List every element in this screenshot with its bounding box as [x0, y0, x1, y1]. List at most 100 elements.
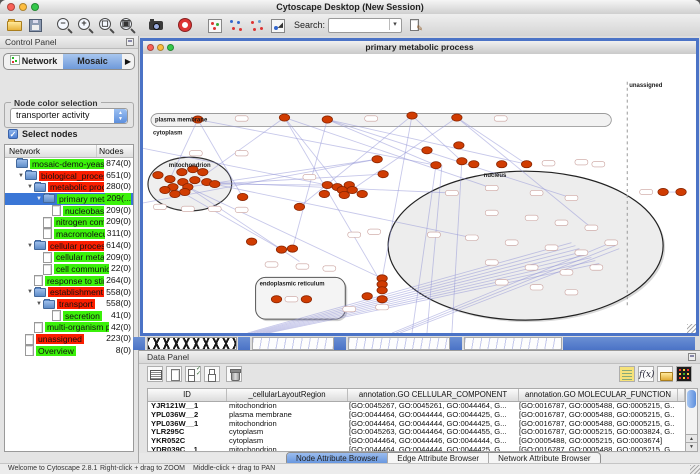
delete-attribute-icon[interactable] — [226, 366, 242, 382]
search-input[interactable]: ▾ — [328, 18, 402, 33]
network-merge-red-icon[interactable] — [248, 17, 265, 34]
graph-node[interactable] — [422, 147, 432, 154]
graph-node[interactable] — [377, 296, 387, 303]
tree-item-secretion[interactable]: secretion41(0) — [5, 310, 133, 322]
table-row[interactable]: YJR121W__1mitochondrion[GO:0045267, GO:0… — [148, 402, 685, 411]
table-cell[interactable]: [GO:0016787, GO:0005488, GO:0005215, G..… — [516, 420, 674, 429]
network-merge-blue-icon[interactable] — [227, 17, 244, 34]
tree-item-metabolic-process[interactable]: ▼metabolic process280(0) — [5, 181, 133, 193]
graph-node[interactable] — [454, 142, 464, 149]
scroll-down-icon[interactable]: ▼ — [686, 442, 697, 451]
table-cell[interactable]: [GO:0016787, GO:0005215, GO:0003824, G..… — [516, 428, 674, 437]
background-window-content[interactable] — [348, 337, 450, 350]
table-cell[interactable]: [GO:0045267, GO:0045261, GO:0044464, G..… — [346, 402, 516, 411]
background-window-content[interactable] — [252, 337, 334, 350]
table-cell[interactable] — [674, 402, 685, 411]
graph-node[interactable] — [377, 287, 387, 294]
graph-node[interactable] — [372, 156, 382, 163]
expand-arrow-icon[interactable]: ▼ — [17, 173, 25, 179]
graph-node[interactable] — [276, 246, 286, 253]
graph-node[interactable] — [301, 296, 311, 303]
graph-node[interactable] — [153, 172, 163, 179]
function-builder-icon[interactable]: f(x) — [638, 366, 654, 382]
table-row[interactable]: YLR295Ccytoplasm[GO:0045263, GO:0044464,… — [148, 428, 685, 437]
node-color-dropdown[interactable]: transporter activity ▲▼ — [10, 108, 128, 124]
graph-node[interactable] — [452, 114, 462, 121]
background-window-edge[interactable] — [238, 337, 250, 350]
table-row[interactable]: YKR052Ccytoplasm[GO:0044464, GO:0044446,… — [148, 437, 685, 446]
tree-item-mosaic-demo-yeast[interactable]: mosaic-demo-yeast874(0) — [5, 158, 133, 170]
help-lifesaver-icon[interactable] — [177, 17, 194, 34]
table-cell[interactable]: [GO:0044464, GO:0044446, GO:0044444, G..… — [346, 437, 516, 446]
unselect-attributes-icon[interactable] — [204, 366, 220, 382]
graph-node[interactable] — [246, 238, 256, 245]
search-dropdown-icon[interactable]: ▾ — [389, 19, 400, 30]
table-row[interactable]: YPL036W__2plasma membrane[GO:0044464, GO… — [148, 411, 685, 420]
table-cell[interactable]: mitochondrion — [226, 402, 346, 411]
tree-item-transport[interactable]: ▼transport558(0) — [5, 298, 133, 310]
close-icon[interactable] — [7, 3, 15, 11]
graph-node[interactable] — [210, 180, 220, 187]
expand-arrow-icon[interactable]: ▼ — [26, 243, 34, 249]
close-icon[interactable] — [147, 44, 154, 51]
col-cellular-component[interactable]: annotation.GO CELLULAR_COMPONENT — [348, 389, 519, 401]
background-window-edge[interactable] — [450, 337, 462, 350]
zoom-selected-icon[interactable]: ◻ — [98, 17, 115, 34]
open-folder-icon[interactable] — [6, 17, 23, 34]
graph-node[interactable] — [177, 169, 187, 176]
tree-item-macromolecule[interactable]: macromolecule311(0) — [5, 228, 133, 240]
graph-node[interactable] — [198, 169, 208, 176]
table-cell[interactable]: [GO:0005488, GO:0005215, GO:0003674] — [516, 437, 674, 446]
graph-node[interactable] — [521, 161, 531, 168]
graph-node[interactable] — [362, 293, 372, 300]
graph-node[interactable] — [319, 190, 329, 197]
graph-node[interactable] — [407, 112, 417, 119]
network-view-titlebar[interactable]: primary metabolic process — [143, 41, 696, 55]
graph-node[interactable] — [431, 162, 441, 169]
expand-arrow-icon[interactable]: ▼ — [26, 184, 34, 190]
camera-snapshot-icon[interactable] — [148, 17, 165, 34]
tree-item-cellular-process[interactable]: ▼cellular process614(0) — [5, 240, 133, 252]
tab-network[interactable]: Network — [4, 54, 63, 69]
float-panel-icon[interactable] — [688, 353, 696, 361]
graph-node[interactable] — [676, 188, 686, 195]
select-nodes-checkbox[interactable]: ✓ — [8, 129, 18, 139]
import-attributes-icon[interactable] — [657, 366, 673, 382]
compartment-nucleus[interactable] — [388, 171, 663, 320]
table-cell[interactable] — [674, 437, 685, 446]
col-region[interactable]: _cellularLayoutRegion — [227, 389, 348, 401]
window-resize-grip[interactable] — [687, 324, 696, 333]
dropdown-stepper-icon[interactable]: ▲▼ — [114, 109, 127, 123]
table-cell[interactable]: [GO:0016787, GO:0005488, GO:0005215, G..… — [516, 402, 674, 411]
table-cell[interactable] — [674, 446, 685, 452]
save-icon[interactable] — [27, 17, 44, 34]
table-cell[interactable] — [674, 428, 685, 437]
graph-node[interactable] — [497, 161, 507, 168]
graph-node[interactable] — [378, 171, 388, 178]
table-cell[interactable]: [GO:0044464, GO:0044444, GO:0044425, G..… — [346, 420, 516, 429]
zoom-fit-icon[interactable]: ▣ — [119, 17, 136, 34]
graph-node[interactable] — [357, 190, 367, 197]
graph-node[interactable] — [279, 114, 289, 121]
graph-node[interactable] — [180, 188, 190, 195]
zoom-out-icon[interactable]: − — [56, 17, 73, 34]
graph-node[interactable] — [322, 181, 332, 188]
graph-node[interactable] — [237, 193, 247, 200]
graph-node[interactable] — [271, 296, 281, 303]
tree-item-biological-process[interactable]: ▼biological_process651(0) — [5, 170, 133, 182]
table-cell[interactable]: [GO:0044464, GO:0044444, GO:0044425, G..… — [346, 411, 516, 420]
graph-node[interactable] — [165, 176, 175, 183]
tab-overflow-icon[interactable]: ▶ — [122, 57, 134, 66]
expand-arrow-icon[interactable]: ▼ — [26, 289, 34, 295]
minimize-icon[interactable] — [19, 3, 27, 11]
table-cell[interactable]: cytoplasm — [226, 428, 346, 437]
tree-item-cell-communicat[interactable]: cell communicat22(0) — [5, 263, 133, 275]
tree-item-overview[interactable]: Overview8(0) — [5, 345, 133, 357]
notes-icon[interactable] — [619, 366, 635, 382]
tree-item-primary-metabo[interactable]: ▼primary metabo209(... — [5, 193, 133, 205]
tree-col-network[interactable]: Network — [5, 145, 97, 157]
table-cell[interactable]: mitochondrion — [226, 420, 346, 429]
annotation-grid-icon[interactable] — [206, 17, 223, 34]
background-window-edge[interactable] — [133, 337, 145, 350]
zoom-window-icon[interactable] — [167, 44, 174, 51]
